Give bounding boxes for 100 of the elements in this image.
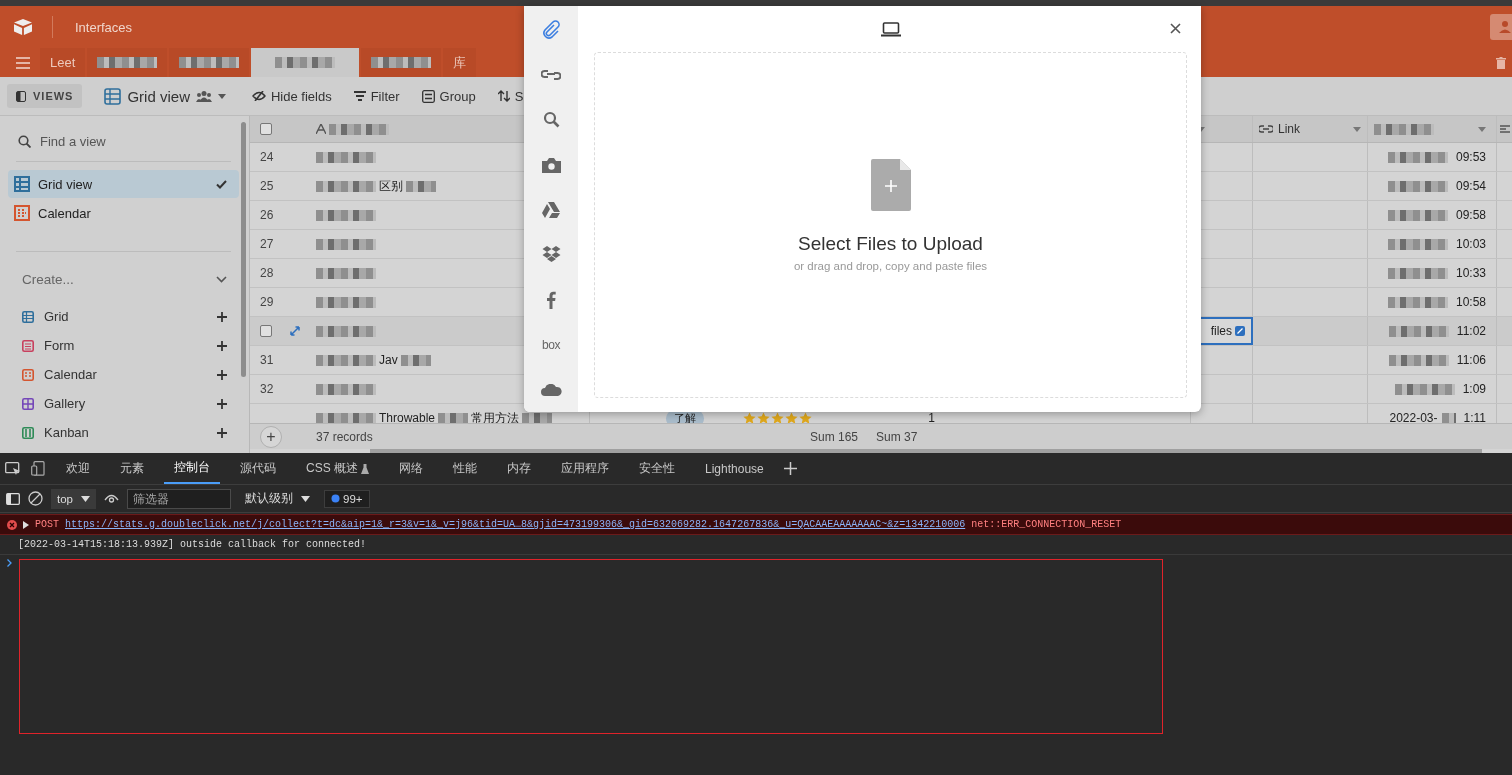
pixelated-text: [1387, 296, 1448, 308]
devtools-tab[interactable]: Lighthouse: [695, 453, 774, 484]
upload-heading: Select Files to Upload: [798, 232, 983, 255]
cell-text: 11:06: [1456, 353, 1486, 367]
request-url-link[interactable]: https://stats.g.doubleclick.net/j/collect?t=dc&aip=1&_r=3&v=1&_v=j96&tid=UA…8&gjid=473199306&_gid=632069282.1647267836&_u=QACAAEAAAAAAAC~&z=1342210006: [65, 519, 966, 530]
list-icon: [421, 89, 435, 103]
view-list-item[interactable]: Calendar: [8, 199, 239, 227]
pixelated-text: [1387, 151, 1448, 163]
row-number: 25: [260, 179, 274, 193]
star-rating[interactable]: [743, 411, 812, 424]
devtools-tab[interactable]: 元素: [110, 453, 154, 484]
toolbar-button[interactable]: Group: [421, 88, 476, 104]
header-title[interactable]: Interfaces: [75, 19, 133, 35]
plus-icon[interactable]: [217, 427, 227, 438]
select-all-checkbox[interactable]: [260, 123, 272, 135]
table-tab[interactable]: [87, 48, 168, 77]
toolbar-button[interactable]: Hide fields: [251, 88, 332, 104]
row-number: 28: [260, 266, 274, 280]
cell-text: 1:11: [1463, 411, 1486, 424]
filter-field[interactable]: 筛选器: [127, 488, 231, 509]
pixelated-text: [1388, 325, 1449, 337]
add-icon[interactable]: [783, 462, 797, 475]
plus-icon[interactable]: [217, 369, 227, 380]
devtools-tab[interactable]: 控制台: [164, 453, 220, 484]
pixelated-text: [316, 238, 376, 250]
plus-icon[interactable]: [217, 398, 227, 409]
find-view-field[interactable]: Find a view: [40, 133, 210, 149]
caret-icon: [217, 93, 226, 99]
devtools-tab[interactable]: 源代码: [230, 453, 286, 484]
table-tab[interactable]: [251, 48, 360, 77]
pixelated-text: [1374, 123, 1434, 135]
column-header[interactable]: Link: [1259, 122, 1353, 136]
caret-icon[interactable]: [1353, 126, 1361, 132]
cell-text: 10:33: [1455, 266, 1486, 280]
pixelated-text: [438, 412, 469, 424]
pixelated-text: [179, 57, 240, 68]
pixelated-text: [406, 180, 436, 192]
devtools-tab[interactable]: 应用程序: [551, 453, 619, 484]
sort-icon: [497, 90, 510, 102]
devtools-tab[interactable]: 安全性: [629, 453, 685, 484]
row-checkbox[interactable]: [260, 325, 272, 337]
column-icon[interactable]: [1499, 124, 1510, 134]
create-view-item[interactable]: Kanban: [8, 418, 239, 447]
create-view-item[interactable]: Grid: [8, 302, 239, 331]
add-record-button[interactable]: +: [260, 425, 282, 448]
table-tab[interactable]: [361, 48, 442, 77]
toolbar-button[interactable]: S: [497, 88, 524, 104]
cell-text: Throwable: [379, 411, 436, 424]
cell-text: 09:53: [1455, 150, 1486, 164]
row-number: 26: [260, 208, 274, 222]
close-icon[interactable]: [1170, 23, 1181, 34]
cell-text: files: [1210, 324, 1232, 338]
star-icon: [785, 411, 798, 424]
inspect-icon[interactable]: [5, 461, 21, 476]
chevron-down-icon: [216, 275, 227, 283]
pixelated-text: [1387, 180, 1448, 192]
message-icon: [331, 494, 340, 503]
create-view-item[interactable]: Form: [8, 331, 239, 360]
sidebar-icon[interactable]: [6, 492, 20, 505]
device-icon[interactable]: [31, 461, 46, 476]
view-list-item[interactable]: Grid view: [8, 170, 239, 198]
pixelated-text: [1388, 354, 1449, 366]
devtools-tab[interactable]: 内存: [497, 453, 541, 484]
expand-triangle-icon[interactable]: [23, 520, 29, 529]
scrollbar[interactable]: [370, 449, 1482, 453]
devtools-tab[interactable]: 网络: [389, 453, 433, 484]
table-tab[interactable]: 库: [443, 48, 477, 77]
log-level-dropdown[interactable]: 默认级别: [239, 491, 316, 506]
trash-icon[interactable]: [1496, 56, 1506, 69]
people-icon: [195, 90, 212, 102]
row-number: 27: [260, 237, 274, 251]
devtools-tab[interactable]: 性能: [443, 453, 487, 484]
eye-icon[interactable]: [104, 493, 119, 504]
pixelated-text: [400, 354, 431, 366]
caret-icon[interactable]: [1478, 126, 1486, 132]
devtools-tab[interactable]: 欢迎: [56, 453, 100, 484]
clear-icon[interactable]: [28, 491, 43, 506]
message-count-badge[interactable]: 99+: [324, 489, 370, 508]
toolbar-button[interactable]: Filter: [353, 88, 400, 104]
table-tab[interactable]: [169, 48, 250, 77]
pixelated-text: [316, 296, 376, 308]
source-link[interactable]: box: [539, 333, 563, 356]
context-dropdown[interactable]: top: [51, 488, 96, 509]
pixelated-text: [522, 412, 553, 424]
devtools-tab[interactable]: CSS 概述: [296, 453, 379, 484]
scrollbar[interactable]: [241, 122, 246, 377]
drop-zone[interactable]: Select Files to Upload or drag and drop, copy and paste files: [594, 52, 1187, 398]
expand-icon[interactable]: [290, 326, 300, 336]
cell-text: 1: [928, 411, 935, 424]
menu-icon[interactable]: [16, 56, 30, 69]
cell-text: 11:02: [1456, 324, 1486, 338]
caret-icon: [301, 495, 310, 502]
record-count: 37 records: [316, 429, 373, 444]
plus-icon[interactable]: [217, 340, 227, 351]
create-view-toggle[interactable]: Create...: [8, 264, 239, 294]
plus-icon[interactable]: [217, 311, 227, 322]
views-button[interactable]: VIEWS: [7, 84, 83, 108]
create-view-item[interactable]: Calendar: [8, 360, 239, 389]
view-switcher[interactable]: Grid view: [104, 87, 226, 105]
create-view-item[interactable]: Gallery: [8, 389, 239, 418]
